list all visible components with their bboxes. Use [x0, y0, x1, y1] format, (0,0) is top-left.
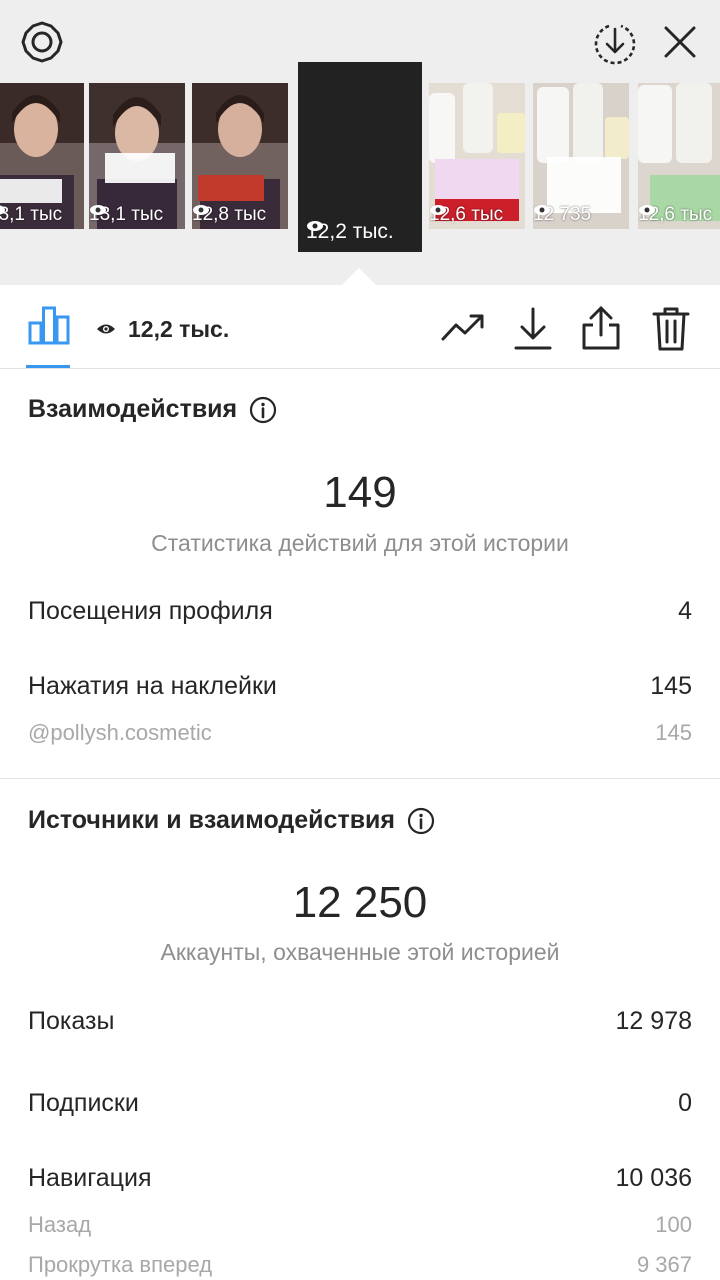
stat-row-sticker-account[interactable]: @pollysh.cosmetic 145 [28, 720, 692, 746]
stat-row-forward: Прокрутка вперед 9 367 [28, 1252, 692, 1278]
stat-label: Показы [28, 1007, 115, 1035]
current-story-views: 12,2 тыс. [306, 220, 394, 244]
stat-label: Прокрутка вперед [28, 1252, 213, 1277]
delete-button[interactable] [648, 303, 694, 355]
discovery-section-title: Источники и взаимодействия [28, 806, 435, 835]
viewers-button[interactable]: 12,2 тыс. [96, 309, 229, 349]
eye-icon [639, 205, 655, 215]
stat-row-back: Назад 100 [28, 1212, 692, 1238]
story-strip: 13,1 тыс 13,1 тыс [0, 0, 720, 285]
story-thumbnail[interactable]: 13,1 тыс [0, 83, 84, 229]
stat-label: Назад [28, 1212, 92, 1237]
story-thumbnail[interactable]: 12 735 [533, 83, 629, 229]
download-button[interactable] [510, 305, 556, 353]
insights-tab[interactable] [26, 299, 72, 351]
trash-icon [652, 307, 690, 351]
stat-value: 145 [650, 672, 692, 700]
stat-value: 10 036 [615, 1164, 692, 1192]
interactions-caption: Статистика действий для этой истории [151, 530, 569, 556]
download-icon [514, 307, 552, 350]
stat-value: 4 [678, 597, 692, 625]
stat-value: 100 [655, 1212, 692, 1237]
eye-icon [0, 205, 5, 215]
thumbnail-views: 13,1 тыс [89, 204, 163, 226]
stat-value: 145 [655, 720, 692, 745]
thumbnail-views: 12,6 тыс [429, 204, 503, 226]
stat-row-navigation: Навигация 10 036 [28, 1164, 692, 1193]
selection-pointer [342, 268, 376, 285]
settings-button[interactable] [14, 14, 70, 70]
stat-label: @pollysh.cosmetic [28, 720, 212, 745]
story-thumbnails: 13,1 тыс 13,1 тыс [0, 62, 720, 252]
discovery-caption: Аккаунты, охваченные этой историей [160, 939, 560, 965]
info-icon[interactable] [249, 396, 277, 424]
trending-up-icon [441, 314, 484, 341]
close-button[interactable] [652, 14, 708, 70]
stat-row-impressions: Показы 12 978 [28, 1007, 692, 1036]
thumbnail-views: 12,6 тыс [638, 204, 712, 226]
section-divider [0, 778, 720, 779]
info-icon[interactable] [407, 807, 435, 835]
thumbnail-views-text: 13,1 тыс [0, 204, 63, 225]
active-tab-indicator [26, 365, 70, 368]
interactions-section-title: Взаимодействия [28, 395, 277, 424]
download-circle-icon [594, 24, 636, 65]
eye-icon [90, 205, 106, 215]
eye-icon [430, 205, 446, 215]
views-count-text: 12,2 тыс. [128, 315, 230, 342]
story-thumbnail[interactable]: 13,1 тыс [89, 83, 185, 229]
stat-label: Посещения профиля [28, 597, 273, 625]
story-thumbnail[interactable]: 12,6 тыс [638, 83, 720, 229]
eye-icon [97, 324, 115, 334]
bar-chart-icon [28, 306, 70, 345]
stat-value: 0 [678, 1089, 692, 1117]
save-story-button[interactable] [586, 14, 644, 72]
story-thumbnail[interactable]: 12,6 тыс [429, 83, 525, 229]
story-thumbnail[interactable]: 12,8 тыс [192, 83, 288, 229]
story-toolbar: 12,2 тыс. [0, 285, 720, 369]
stat-value: 9 367 [636, 1252, 692, 1277]
share-button[interactable] [578, 303, 624, 353]
thumbnail-views: 12,8 тыс [192, 204, 266, 226]
thumbnail-views: 13,1 тыс [0, 204, 62, 226]
current-story-thumbnail[interactable]: 12,2 тыс. [298, 62, 422, 252]
stat-value: 12 978 [615, 1007, 692, 1035]
share-icon [582, 306, 620, 350]
eye-icon [193, 205, 209, 215]
thumbnail-views: 12 735 [533, 204, 591, 226]
stat-label: Подписки [28, 1089, 139, 1117]
discovery-title-text: Источники и взаимодействия [28, 806, 396, 834]
eye-icon [534, 205, 550, 215]
stat-label: Навигация [28, 1164, 152, 1192]
eye-icon [307, 221, 323, 231]
interactions-title-text: Взаимодействия [28, 395, 238, 423]
stat-row-sticker-taps: Нажатия на наклейки 145 [28, 672, 692, 701]
stat-row-follows: Подписки 0 [28, 1089, 692, 1118]
stat-row-profile-visits: Посещения профиля 4 [28, 597, 692, 626]
promote-button[interactable] [440, 305, 486, 349]
close-icon [664, 26, 696, 58]
discovery-total: 12 250 [292, 878, 428, 927]
stat-label: Нажатия на наклейки [28, 672, 277, 700]
interactions-total: 149 [323, 468, 397, 517]
gear-icon [21, 21, 63, 63]
